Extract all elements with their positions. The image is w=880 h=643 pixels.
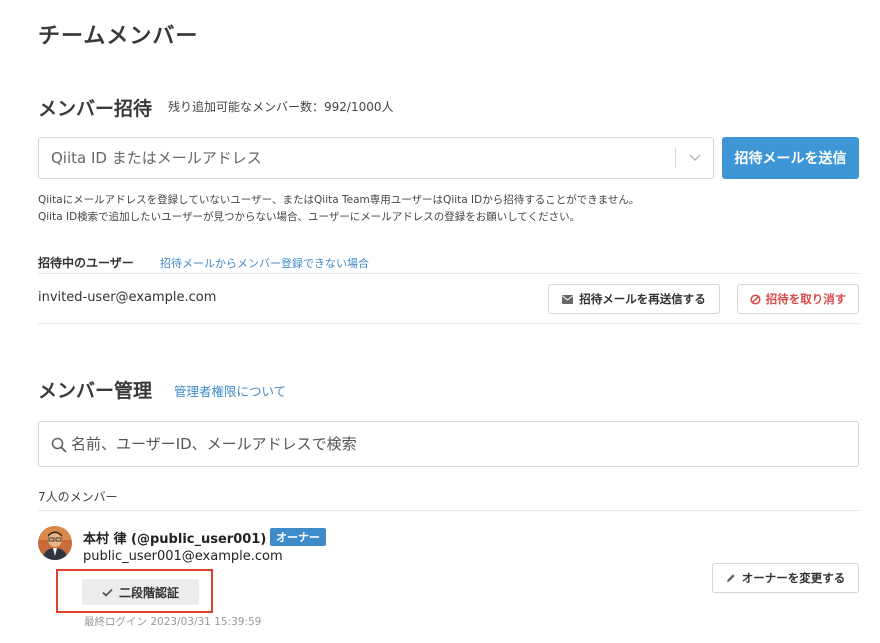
two-factor-badge: 二段階認証: [82, 579, 199, 605]
avatar[interactable]: [38, 526, 72, 560]
member-management-title: メンバー管理: [38, 380, 153, 402]
change-owner-label: オーナーを変更する: [741, 571, 846, 585]
resend-invite-label: 招待メールを再送信する: [579, 292, 706, 306]
cancel-invite-button[interactable]: 招待を取り消す: [737, 284, 859, 314]
pending-help-link[interactable]: 招待メールからメンバー登録できない場合: [160, 255, 369, 271]
cancel-invite-label: 招待を取り消す: [765, 292, 847, 306]
envelope-icon: [562, 294, 574, 304]
page-title: チームメンバー: [38, 24, 199, 49]
pending-users-title: 招待中のユーザー: [38, 256, 134, 270]
last-login-timestamp: 最終ログイン 2023/03/31 15:39:59: [84, 616, 262, 628]
pending-user-email: invited-user@example.com: [38, 290, 217, 305]
chevron-down-icon[interactable]: [687, 151, 703, 165]
divider: [38, 273, 859, 274]
divider: [38, 323, 859, 324]
invite-section-title: メンバー招待: [38, 98, 153, 120]
owner-role-badge: オーナー: [270, 528, 326, 546]
invite-note-line2: Qiita ID検索で追加したいユーザーが見つからない場合、ユーザーにメールアド…: [38, 211, 581, 223]
resend-invite-button[interactable]: 招待メールを再送信する: [548, 284, 720, 314]
send-invite-button[interactable]: 招待メールを送信: [722, 137, 859, 179]
search-icon: [51, 437, 67, 453]
divider: [38, 510, 859, 511]
ban-icon: [750, 293, 761, 305]
dropdown-separator: [675, 148, 676, 168]
member-email: public_user001@example.com: [83, 549, 283, 564]
member-search-container: [38, 421, 859, 467]
member-count: 7人のメンバー: [38, 490, 118, 504]
invite-input-container: [38, 137, 714, 179]
invite-note-line1: Qiitaにメールアドレスを登録していないユーザー、またはQiita Team専…: [38, 194, 640, 206]
admin-permissions-link[interactable]: 管理者権限について: [174, 381, 286, 400]
two-factor-label: 二段階認証: [118, 585, 179, 600]
invite-id-email-input[interactable]: [39, 138, 669, 178]
check-icon: [102, 588, 113, 597]
remaining-member-count: 残り追加可能なメンバー数：992/1000人: [168, 100, 394, 114]
member-search-input[interactable]: [71, 422, 851, 466]
pencil-icon: [726, 574, 735, 582]
member-name: 本村 律 (@public_user001): [83, 532, 267, 547]
change-owner-button[interactable]: オーナーを変更する: [712, 563, 859, 593]
